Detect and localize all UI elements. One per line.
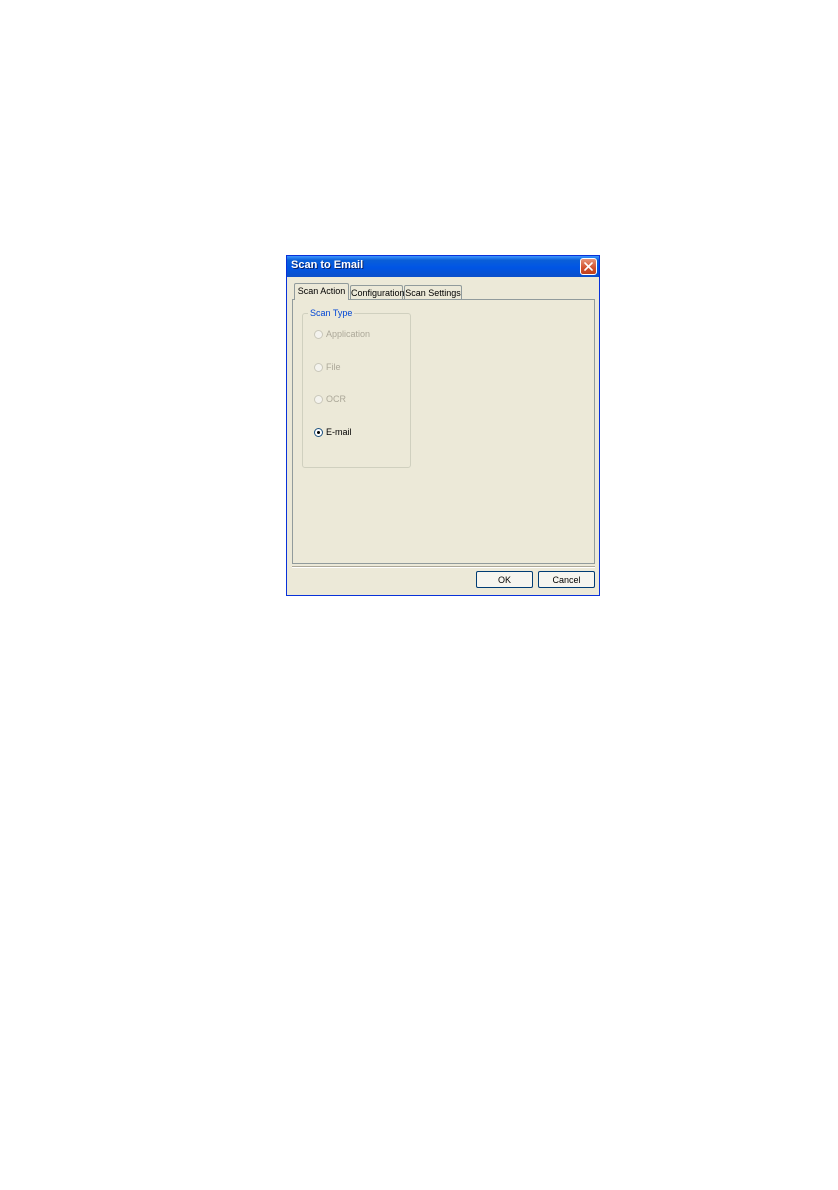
radio-button-icon [314, 363, 323, 372]
cancel-button[interactable]: Cancel [538, 571, 595, 588]
radio-label: E-mail [326, 427, 352, 437]
close-icon [584, 262, 593, 271]
scan-type-group: Scan Type Application File OCR E-mail [302, 308, 411, 468]
scan-action-panel: Scan Type Application File OCR E-mail [292, 299, 595, 564]
footer-separator [292, 566, 595, 568]
tab-label: Scan Settings [405, 288, 461, 298]
tab-label: Configuration [351, 288, 405, 298]
tab-label: Scan Action [297, 286, 346, 296]
radio-label: OCR [326, 394, 346, 404]
radio-label: Application [326, 329, 371, 339]
radio-label: File [326, 362, 341, 372]
radio-button-icon [314, 395, 323, 404]
radio-button-icon [314, 428, 323, 437]
radio-selected-dot [317, 431, 320, 434]
radio-button-icon [314, 330, 323, 339]
dialog-title: Scan to Email [291, 259, 364, 271]
ok-button[interactable]: OK [476, 571, 533, 588]
tab-scan-settings[interactable]: Scan Settings [404, 285, 462, 300]
tab-configuration[interactable]: Configuration [350, 285, 405, 300]
tab-scan-action[interactable]: Scan Action [294, 283, 349, 300]
title-bar[interactable]: Scan to Email [287, 256, 599, 277]
scan-to-email-dialog: Scan to Email Scan Action Configuration … [286, 255, 600, 596]
scan-type-legend: Scan Type [308, 308, 355, 318]
close-button[interactable] [580, 258, 597, 275]
